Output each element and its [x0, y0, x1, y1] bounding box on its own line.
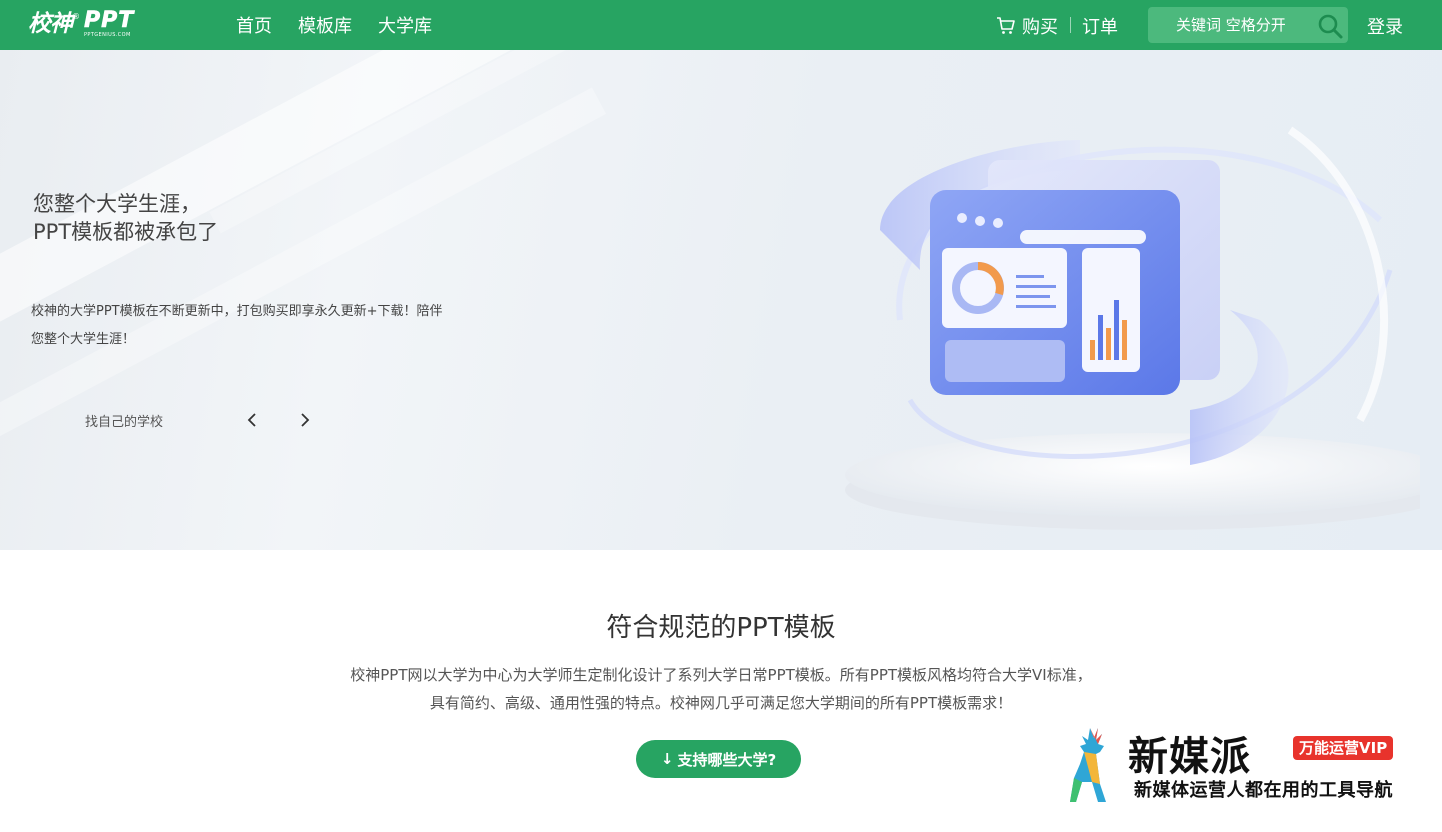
hero-description: 校神的大学PPT模板在不断更新中，打包购买即享永久更新+下载！陪伴 您整个大学生… [31, 298, 481, 354]
watermark-title: 新媒派 [1128, 734, 1251, 780]
top-nav-bar: 校神 ® PPT PPTGENIUS.COM 首页 模板库 大学库 购买 订单 … [0, 0, 1442, 50]
hero-title-line: PPT模板都被承包了 [33, 220, 219, 244]
search-icon[interactable] [1316, 12, 1344, 40]
cart-label: 购买 [1022, 17, 1058, 38]
cart-link[interactable]: 购买 [996, 13, 1058, 39]
section-paragraph-line: 校神PPT网以大学为中心为大学师生定制化设计了系列大学日常PPT模板。所有PPT… [350, 666, 1092, 684]
deer-logo-icon [1070, 728, 1106, 802]
main-nav: 首页 模板库 大学库 [236, 0, 432, 50]
section-title: 符合规范的PPT模板 [606, 613, 836, 643]
logo-right-group: PPT PPTGENIUS.COM [84, 8, 135, 38]
chevron-right-icon[interactable] [296, 412, 312, 428]
logo-domain-text: PPTGENIUS.COM [84, 32, 131, 38]
nav-item-universities[interactable]: 大学库 [378, 12, 432, 38]
arrow-down-icon: ↓ [660, 750, 674, 768]
hero-title: 您整个大学生涯， PPT模板都被承包了 [33, 190, 218, 246]
cart-icon [997, 17, 1015, 34]
xinmeipai-watermark: 新媒派 万能运营VIP 新媒体运营人都在用的工具导航 [1066, 722, 1426, 806]
search-input[interactable] [1148, 7, 1308, 43]
logo-ppt-text: PPT [84, 8, 135, 33]
logo-registered-mark: ® [72, 12, 80, 21]
watermark-subtitle: 新媒体运营人都在用的工具导航 [1134, 780, 1393, 801]
hero-description-line: 您整个大学生涯！ [31, 332, 136, 347]
supported-universities-label: 支持哪些大学? [677, 750, 777, 769]
section-paragraph-line: 具有简约、高级、通用性强的特点。校神网几乎可满足您大学期间的所有PPT模板需求！ [429, 694, 1013, 712]
nav-item-templates[interactable]: 模板库 [298, 12, 352, 38]
supported-universities-button[interactable]: ↓ 支持哪些大学? [636, 740, 801, 778]
dashboard-illustration [845, 126, 1420, 530]
orders-link[interactable]: 订单 [1082, 13, 1118, 39]
site-logo[interactable]: 校神 ® PPT PPTGENIUS.COM [28, 8, 135, 40]
hero-description-line: 校神的大学PPT模板在不断更新中，打包购买即享永久更新+下载！陪伴 [31, 304, 443, 319]
nav-item-home[interactable]: 首页 [236, 12, 272, 38]
hero-title-line: 您整个大学生涯， [33, 192, 201, 216]
chevron-left-icon[interactable] [245, 412, 261, 428]
header-divider [1070, 17, 1071, 33]
find-school-link[interactable]: 找自己的学校 [85, 411, 163, 430]
logo-chinese-text: 校神 [28, 11, 73, 37]
login-link[interactable]: 登录 [1367, 13, 1403, 39]
watermark-vip-badge: 万能运营VIP [1293, 736, 1394, 760]
hero-banner: 您整个大学生涯， PPT模板都被承包了 校神的大学PPT模板在不断更新中，打包购… [0, 50, 1442, 550]
